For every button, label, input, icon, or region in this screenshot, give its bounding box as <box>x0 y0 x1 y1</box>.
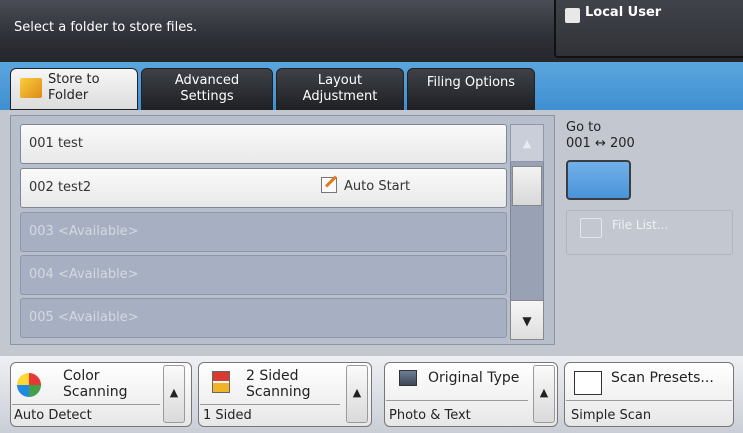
two-sided-icon <box>212 371 230 393</box>
file-list-label: File List... <box>612 218 669 232</box>
scrollbar-thumb[interactable] <box>512 166 542 206</box>
divider <box>386 400 528 401</box>
folder-row[interactable]: 001 test <box>20 124 507 164</box>
color-scanning-title: Color Scanning <box>63 368 128 400</box>
original-type-arrow-button[interactable]: ▲ <box>533 365 555 423</box>
color-scanning-value: Auto Detect <box>14 408 92 423</box>
divider <box>12 404 160 405</box>
folder-row[interactable]: 005 <Available> <box>20 298 507 338</box>
original-type-title: Original Type <box>428 370 520 386</box>
scan-presets-title: Scan Presets... <box>611 370 714 386</box>
two-sided-value: 1 Sided <box>203 408 252 423</box>
tab-store-label: Store to Folder <box>48 72 100 103</box>
file-list-icon <box>580 218 602 238</box>
folder-row[interactable]: 002 test2 <box>20 168 507 208</box>
color-scanning-arrow-button[interactable]: ▲ <box>163 365 185 423</box>
user-icon <box>565 8 580 23</box>
tab-layout-adjustment[interactable]: Layout Adjustment <box>276 68 404 110</box>
scroll-down-button[interactable]: ▼ <box>510 300 544 340</box>
scroll-up-button[interactable]: ▲ <box>510 124 544 162</box>
photo-icon <box>399 370 417 386</box>
divider <box>200 404 340 405</box>
auto-start-label: Auto Start <box>344 179 411 194</box>
original-type-value: Photo & Text <box>389 408 471 423</box>
folder-row[interactable]: 004 <Available> <box>20 255 507 295</box>
tab-advanced-settings[interactable]: Advanced Settings <box>141 68 273 110</box>
scan-presets-value: Simple Scan <box>571 408 652 423</box>
divider <box>566 400 732 401</box>
color-wheel-icon <box>17 373 41 397</box>
folder-row[interactable]: 003 <Available> <box>20 212 507 252</box>
folder-icon <box>20 78 42 98</box>
instruction-text: Select a folder to store files. <box>14 20 198 35</box>
tab-filing-options[interactable]: Filing Options <box>407 68 535 110</box>
goto-label: Go to 001 ↔ 200 <box>566 120 635 151</box>
user-label: Local User <box>585 5 662 20</box>
two-sided-title: 2 Sided Scanning <box>246 368 311 400</box>
scan-presets-icon <box>574 371 602 395</box>
goto-input-button[interactable] <box>566 160 631 200</box>
two-sided-arrow-button[interactable]: ▲ <box>346 365 368 423</box>
